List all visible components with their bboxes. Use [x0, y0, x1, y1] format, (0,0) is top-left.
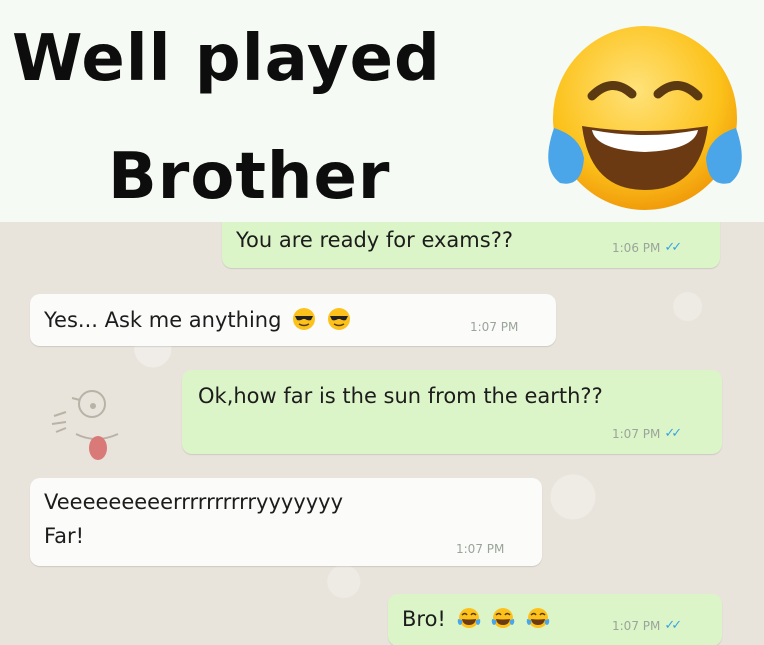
- smiling-face-with-sunglasses-icon: [293, 308, 316, 330]
- message-meta: 1:07 PM: [470, 320, 518, 334]
- message-bubble-incoming[interactable]: Yes... Ask me anything 1:07 PM: [30, 294, 556, 346]
- message-meta: 1:07 PM ✓✓: [612, 426, 682, 441]
- chat-area: You are ready for exams?? 1:06 PM ✓✓ Yes…: [0, 222, 764, 645]
- message-text-line-2: Far!: [44, 524, 85, 548]
- meme-title-line-2: Brother: [108, 140, 391, 214]
- message-text: Yes... Ask me anything: [44, 307, 351, 332]
- read-receipt-icon: ✓✓: [664, 426, 682, 441]
- smiling-face-with-sunglasses-icon: [327, 308, 350, 330]
- message-text: Ok,how far is the sun from the earth??: [198, 384, 603, 408]
- message-time: 1:07 PM: [612, 618, 661, 633]
- message-time: 1:07 PM: [612, 426, 661, 441]
- message-text: Bro!: [402, 606, 550, 631]
- message-bubble-outgoing[interactable]: You are ready for exams?? 1:06 PM ✓✓: [222, 222, 720, 268]
- face-with-tears-of-joy-icon: [548, 26, 742, 210]
- message-time: 1:07 PM: [456, 542, 505, 556]
- meme-title-line-1: Well played: [12, 22, 441, 96]
- message-text-line-1: Veeeeeeeeerrrrrrrrrryyyyyyy: [44, 490, 344, 514]
- tongue-out-doodle-icon: [51, 390, 119, 460]
- face-with-tears-of-joy-icon: [526, 608, 550, 628]
- message-meta: 1:06 PM ✓✓: [612, 240, 682, 255]
- message-meta: 1:07 PM: [456, 542, 504, 556]
- face-with-tears-of-joy-icon: [491, 608, 515, 628]
- meme-header: Well played Brother: [0, 0, 764, 222]
- message-bubble-incoming[interactable]: Veeeeeeeeerrrrrrrrrryyyyyyy Far! 1:07 PM: [30, 478, 542, 566]
- message-text-content: Yes... Ask me anything: [44, 308, 282, 332]
- message-bubble-outgoing[interactable]: Ok,how far is the sun from the earth?? 1…: [182, 370, 722, 454]
- message-meta: 1:07 PM ✓✓: [612, 618, 682, 633]
- face-with-tears-of-joy-icon: [457, 608, 480, 628]
- message-text-content: Bro!: [402, 607, 446, 631]
- read-receipt-icon: ✓✓: [664, 240, 682, 255]
- message-bubble-outgoing[interactable]: Bro! 1:07 PM ✓✓: [388, 594, 722, 645]
- message-text: You are ready for exams??: [236, 228, 513, 252]
- message-time: 1:07 PM: [470, 320, 519, 334]
- message-time: 1:06 PM: [612, 240, 661, 255]
- read-receipt-icon: ✓✓: [664, 618, 682, 633]
